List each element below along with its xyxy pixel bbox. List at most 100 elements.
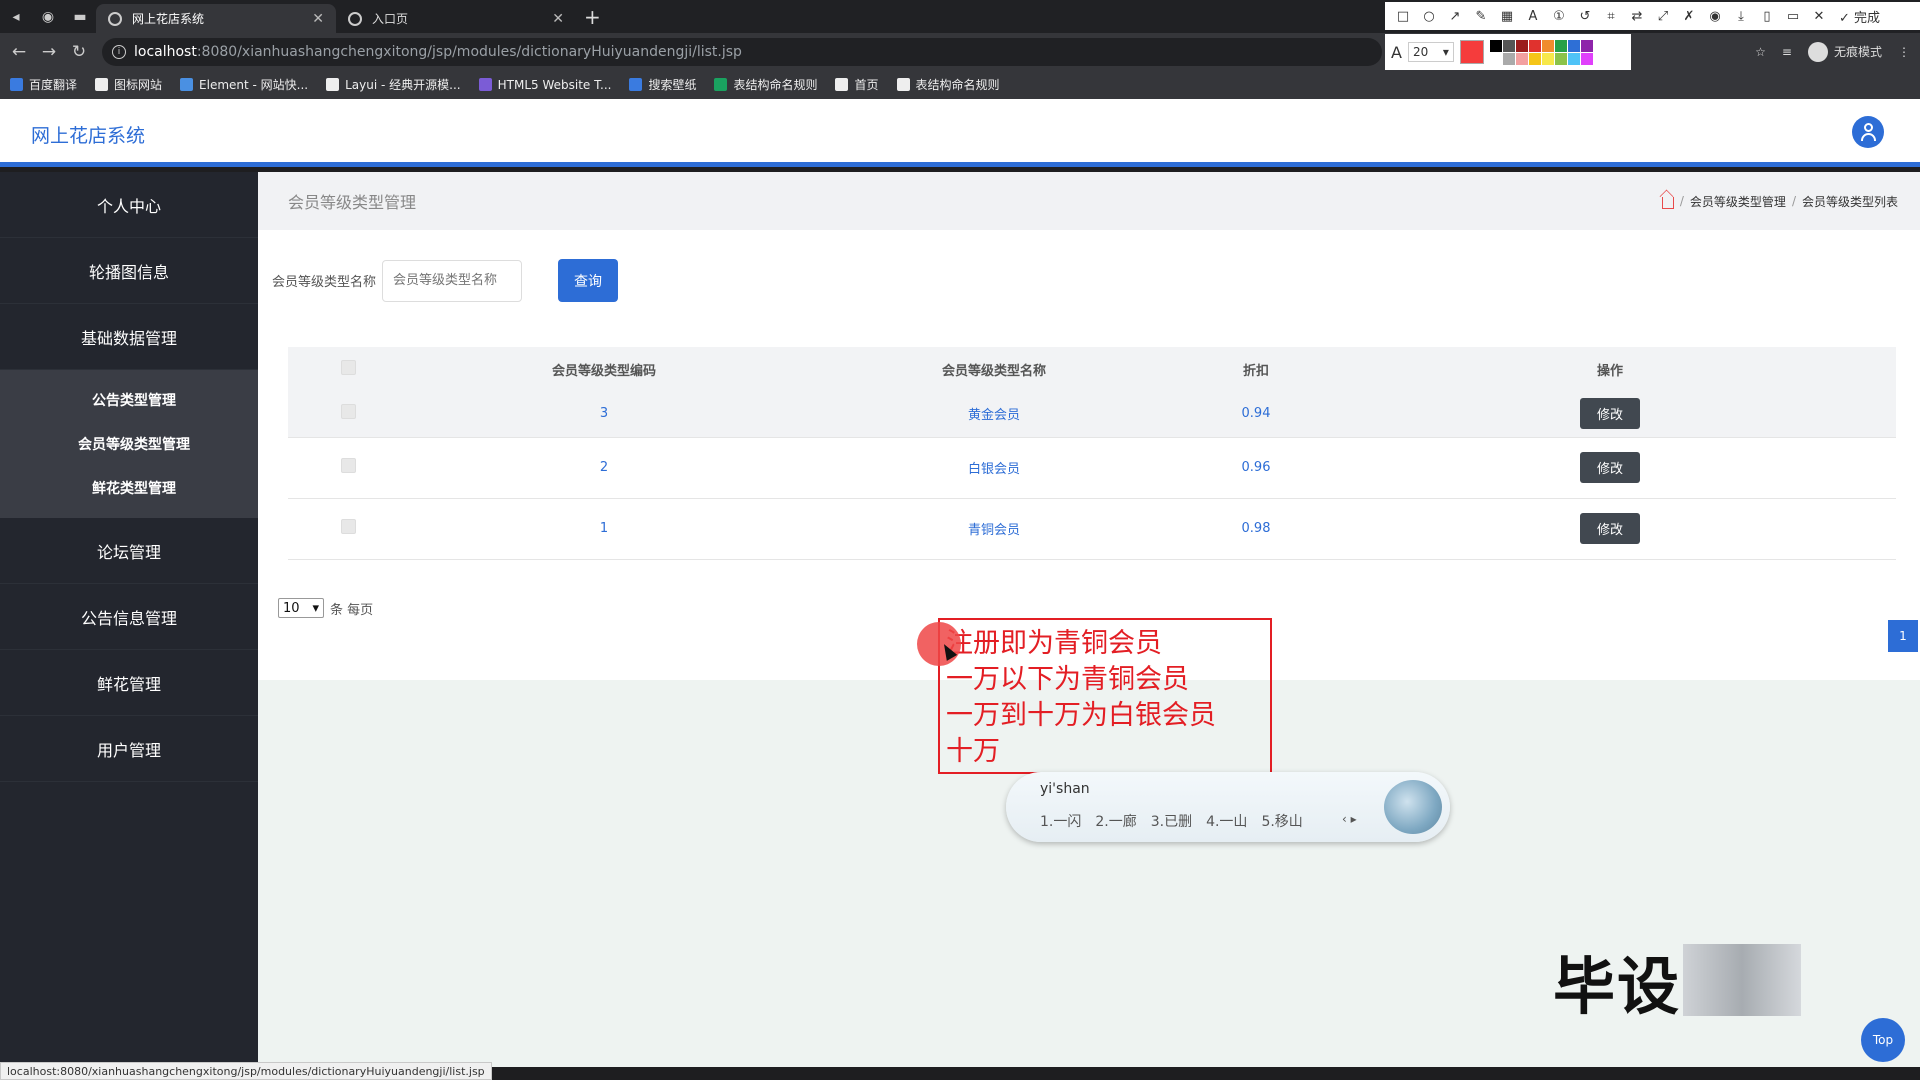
palette-swatch[interactable]: [1554, 39, 1567, 52]
back-arrow-icon[interactable]: ←: [4, 42, 34, 62]
palette-swatch[interactable]: [1541, 52, 1554, 65]
incognito-icon: [1807, 41, 1828, 62]
sidebar-item-notice-info[interactable]: 公告信息管理: [0, 584, 258, 650]
crop-tool-icon[interactable]: ⌗: [1601, 9, 1621, 24]
search-button[interactable]: 查询: [558, 259, 619, 302]
palette-swatch[interactable]: [1528, 52, 1541, 65]
reload-icon[interactable]: ↻: [64, 42, 94, 62]
sidebar-item-flowers[interactable]: 鲜花管理: [0, 650, 258, 716]
close-tab-icon[interactable]: ✕: [312, 11, 324, 27]
bookmark-item[interactable]: 表结构命名规则: [714, 76, 817, 93]
select-all-checkbox[interactable]: [340, 359, 356, 375]
back-to-top-button[interactable]: Top: [1861, 1018, 1905, 1062]
browser-logo-icon[interactable]: ◉: [32, 0, 64, 33]
bookmark-item[interactable]: 图标网站: [95, 76, 162, 93]
ime-candidate[interactable]: 1.一闪: [1040, 811, 1081, 831]
save-icon[interactable]: ▭: [1783, 9, 1803, 24]
home-icon[interactable]: [1661, 196, 1674, 209]
record-icon[interactable]: ◉: [1705, 9, 1725, 24]
bookmark-star-icon[interactable]: ☆: [1755, 45, 1766, 59]
bookmark-item[interactable]: HTML5 Website T...: [478, 78, 611, 92]
number-tool-icon[interactable]: ①: [1549, 9, 1569, 24]
submenu-item-flower-type[interactable]: 鲜花类型管理: [0, 466, 258, 510]
new-tab-button[interactable]: +: [584, 5, 601, 29]
breadcrumb-item[interactable]: 会员等级类型管理: [1690, 193, 1786, 210]
tab-entry-page[interactable]: 入口页 ✕: [336, 4, 576, 33]
current-color-swatch[interactable]: [1459, 40, 1484, 64]
palette-swatch[interactable]: [1580, 39, 1593, 52]
sidebar-item-forum[interactable]: 论坛管理: [0, 518, 258, 584]
submenu-item-member-level[interactable]: 会员等级类型管理: [0, 422, 258, 466]
url-field[interactable]: i localhost:8080/xianhuashangchengxitong…: [102, 37, 1382, 66]
palette-swatch[interactable]: [1515, 39, 1528, 52]
bookmark-item[interactable]: 搜索壁纸: [629, 76, 696, 93]
app-header: 网上花店系统: [0, 99, 1920, 167]
edit-button[interactable]: 修改: [1580, 513, 1640, 544]
ime-page-arrows-icon[interactable]: ‹ ▸: [1342, 812, 1357, 826]
palette-swatch[interactable]: [1528, 39, 1541, 52]
bookmark-item[interactable]: 表结构命名规则: [896, 76, 1000, 93]
palette-swatch[interactable]: [1502, 39, 1515, 52]
sidebar-item-personal-center[interactable]: 个人中心: [0, 172, 258, 238]
edit-button[interactable]: 修改: [1580, 452, 1640, 483]
ime-candidate[interactable]: 3.已删: [1151, 811, 1192, 831]
palette-swatch[interactable]: [1554, 52, 1567, 65]
sidebar-item-carousel[interactable]: 轮播图信息: [0, 238, 258, 304]
submenu-item-notice-type[interactable]: 公告类型管理: [0, 378, 258, 422]
pen-tool-icon[interactable]: ✎: [1471, 9, 1491, 24]
color-palette[interactable]: [1489, 39, 1593, 65]
arrow-tool-icon[interactable]: ↗: [1445, 9, 1465, 24]
translate-tool-icon[interactable]: ⇄: [1627, 9, 1647, 24]
palette-swatch[interactable]: [1567, 39, 1580, 52]
site-info-icon[interactable]: i: [112, 44, 126, 59]
bookmark-item[interactable]: 首页: [835, 76, 879, 93]
sidebar-item-users[interactable]: 用户管理: [0, 716, 258, 782]
row-checkbox[interactable]: [340, 458, 356, 473]
back-history-icon[interactable]: ◂: [0, 0, 32, 33]
ime-candidate[interactable]: 2.一廊: [1095, 811, 1136, 831]
font-size-select[interactable]: 20 ▾: [1407, 42, 1454, 62]
palette-swatch[interactable]: [1489, 39, 1502, 52]
rectangle-tool-icon[interactable]: □: [1393, 9, 1413, 24]
row-checkbox[interactable]: [340, 404, 356, 420]
table-row: 1 青铜会员 0.98 修改: [288, 498, 1896, 560]
browser-menu-icon[interactable]: ⋮: [1898, 45, 1910, 59]
palette-swatch[interactable]: [1541, 39, 1554, 52]
copy-icon[interactable]: ▯: [1757, 9, 1777, 24]
row-checkbox[interactable]: [340, 519, 356, 534]
undo-icon[interactable]: ↺: [1575, 9, 1595, 24]
palette-swatch[interactable]: [1489, 52, 1502, 65]
window-icon[interactable]: ▬: [64, 0, 96, 33]
scroll-capture-icon[interactable]: ⤢: [1653, 9, 1673, 24]
close-icon[interactable]: ✕: [1809, 9, 1829, 24]
reading-list-icon[interactable]: ≡: [1782, 45, 1792, 59]
palette-swatch[interactable]: [1515, 52, 1528, 65]
page-size-select[interactable]: 10 ▾: [278, 598, 324, 618]
pagination-page-button[interactable]: 1: [1888, 620, 1918, 652]
pin-icon[interactable]: ✗: [1679, 9, 1699, 24]
note-line: 十万: [946, 736, 1000, 767]
bookmark-item[interactable]: 百度翻译: [10, 76, 77, 93]
mosaic-tool-icon[interactable]: ▦: [1497, 9, 1517, 24]
sidebar-item-basic-data[interactable]: 基础数据管理: [0, 304, 258, 370]
cell-code: 2: [408, 437, 800, 499]
ime-candidate[interactable]: 5.移山: [1261, 811, 1302, 831]
edit-button[interactable]: 修改: [1580, 398, 1640, 430]
incognito-indicator[interactable]: 无痕模式: [1807, 41, 1882, 62]
ime-candidate[interactable]: 4.一山: [1206, 811, 1247, 831]
palette-swatch[interactable]: [1567, 52, 1580, 65]
done-button[interactable]: ✓ 完成: [1839, 7, 1880, 26]
palette-swatch[interactable]: [1502, 52, 1515, 65]
text-tool-icon[interactable]: A: [1523, 9, 1543, 24]
bookmark-item[interactable]: Element - 网站快...: [180, 76, 308, 93]
tab-flower-shop[interactable]: 网上花店系统 ✕: [96, 4, 336, 33]
user-avatar-button[interactable]: [1852, 116, 1884, 148]
palette-swatch[interactable]: [1580, 52, 1593, 65]
ellipse-tool-icon[interactable]: ○: [1419, 9, 1439, 24]
bookmark-item[interactable]: Layui - 经典开源模...: [326, 76, 461, 93]
search-input[interactable]: [382, 259, 523, 302]
close-tab-icon[interactable]: ✕: [552, 11, 564, 27]
download-icon[interactable]: ⤓: [1731, 9, 1751, 24]
select-all-header: [288, 347, 408, 391]
forward-arrow-icon[interactable]: →: [34, 42, 64, 62]
